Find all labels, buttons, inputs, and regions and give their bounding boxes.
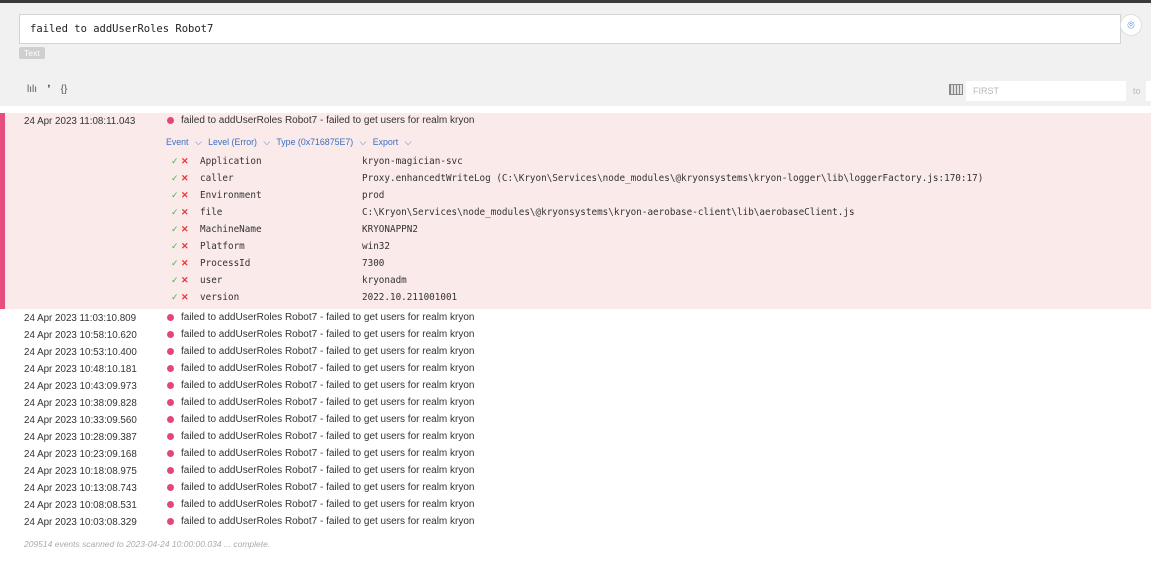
error-level-dot bbox=[167, 399, 174, 406]
field-key: MachineName bbox=[200, 224, 262, 235]
json-view-icon[interactable]: {} bbox=[57, 83, 71, 97]
exclude-x-icon[interactable]: ✕ bbox=[181, 258, 189, 269]
event-timestamp: 24 Apr 2023 10:38:09.828 bbox=[24, 398, 137, 409]
event-actions: Event ⌵ Level (Error) ⌵ Type (0x716875E7… bbox=[166, 137, 415, 148]
error-level-dot bbox=[167, 416, 174, 423]
event-timestamp: 24 Apr 2023 10:28:09.387 bbox=[24, 432, 137, 443]
exclude-x-icon[interactable]: ✕ bbox=[181, 224, 189, 235]
include-check-icon[interactable]: ✓ bbox=[171, 173, 179, 184]
event-timestamp: 24 Apr 2023 10:58:10.620 bbox=[24, 330, 137, 341]
event-timestamp: 24 Apr 2023 10:23:09.168 bbox=[24, 449, 137, 460]
first-date-input[interactable]: FIRST bbox=[966, 81, 1126, 101]
event-timestamp: 24 Apr 2023 11:03:10.809 bbox=[24, 313, 137, 324]
field-value: 7300 bbox=[362, 258, 385, 269]
exclude-x-icon[interactable]: ✕ bbox=[181, 275, 189, 286]
error-level-dot bbox=[167, 467, 174, 474]
error-level-dot bbox=[167, 331, 174, 338]
event-message[interactable]: failed to addUserRoles Robot7 - failed t… bbox=[181, 312, 474, 323]
to-label: to bbox=[1133, 86, 1141, 96]
event-message[interactable]: failed to addUserRoles Robot7 - failed t… bbox=[181, 448, 474, 459]
field-key: Environment bbox=[200, 190, 262, 201]
include-check-icon[interactable]: ✓ bbox=[171, 241, 179, 252]
field-value: Proxy.enhancedtWriteLog (C:\Kryon\Servic… bbox=[362, 173, 984, 184]
error-level-dot bbox=[167, 314, 174, 321]
field-value: KRYONAPPN2 bbox=[362, 224, 418, 235]
error-level-dot bbox=[167, 450, 174, 457]
search-area: failed to addUserRoles Robot7 ⌾ Text lıl… bbox=[0, 3, 1151, 106]
search-mode-tag[interactable]: Text bbox=[19, 47, 45, 59]
event-timestamp: 24 Apr 2023 10:43:09.973 bbox=[24, 381, 137, 392]
field-key: user bbox=[200, 275, 223, 286]
event-action-event[interactable]: Event ⌵ bbox=[166, 137, 202, 147]
exclude-x-icon[interactable]: ✕ bbox=[181, 292, 189, 303]
field-key: ProcessId bbox=[200, 258, 251, 269]
to-date-input[interactable] bbox=[1146, 81, 1151, 101]
chart-view-icon[interactable]: lılı bbox=[25, 83, 39, 97]
field-key: version bbox=[200, 292, 240, 303]
include-check-icon[interactable]: ✓ bbox=[171, 292, 179, 303]
event-message[interactable]: failed to addUserRoles Robot7 - failed t… bbox=[181, 414, 474, 425]
error-level-dot bbox=[167, 382, 174, 389]
exclude-x-icon[interactable]: ✕ bbox=[181, 241, 189, 252]
event-timestamp: 24 Apr 2023 10:33:09.560 bbox=[24, 415, 137, 426]
event-message[interactable]: failed to addUserRoles Robot7 - failed t… bbox=[181, 499, 474, 510]
event-timestamp: 24 Apr 2023 10:03:08.329 bbox=[24, 517, 137, 528]
event-timestamp: 24 Apr 2023 10:53:10.400 bbox=[24, 347, 137, 358]
field-value: kryon-magician-svc bbox=[362, 156, 463, 167]
search-input[interactable]: failed to addUserRoles Robot7 bbox=[19, 14, 1121, 44]
event-timestamp: 24 Apr 2023 10:18:08.975 bbox=[24, 466, 137, 477]
event-message[interactable]: failed to addUserRoles Robot7 - failed t… bbox=[181, 465, 474, 476]
event-message[interactable]: failed to addUserRoles Robot7 - failed t… bbox=[181, 363, 474, 374]
event-message[interactable]: failed to addUserRoles Robot7 - failed t… bbox=[181, 380, 474, 391]
error-level-dot bbox=[167, 365, 174, 372]
field-value: 2022.10.211001001 bbox=[362, 292, 458, 303]
field-value: C:\Kryon\Services\node_modules\@kryonsys… bbox=[362, 207, 855, 218]
event-message[interactable]: failed to addUserRoles Robot7 - failed t… bbox=[181, 431, 474, 442]
include-check-icon[interactable]: ✓ bbox=[171, 190, 179, 201]
event-message[interactable]: failed to addUserRoles Robot7 - failed t… bbox=[181, 346, 474, 357]
event-message[interactable]: failed to addUserRoles Robot7 - failed t… bbox=[181, 482, 474, 493]
field-key: file bbox=[200, 207, 223, 218]
field-value: prod bbox=[362, 190, 385, 201]
error-level-dot bbox=[167, 433, 174, 440]
event-timestamp: 24 Apr 2023 11:08:11.043 bbox=[24, 116, 136, 127]
scan-status: 209514 events scanned to 2023-04-24 10:0… bbox=[24, 539, 271, 549]
event-action-type[interactable]: Type (0x716875E7) ⌵ bbox=[276, 137, 366, 147]
exclude-x-icon[interactable]: ✕ bbox=[181, 190, 189, 201]
exclude-x-icon[interactable]: ✕ bbox=[181, 173, 189, 184]
error-level-dot bbox=[167, 484, 174, 491]
exclude-x-icon[interactable]: ✕ bbox=[181, 156, 189, 167]
include-check-icon[interactable]: ✓ bbox=[171, 207, 179, 218]
field-key: Platform bbox=[200, 241, 245, 252]
event-message[interactable]: failed to addUserRoles Robot7 - failed t… bbox=[181, 397, 474, 408]
error-level-dot bbox=[167, 518, 174, 525]
field-key: Application bbox=[200, 156, 262, 167]
event-timestamp: 24 Apr 2023 10:08:08.531 bbox=[24, 500, 137, 511]
event-timestamp: 24 Apr 2023 10:48:10.181 bbox=[24, 364, 137, 375]
include-check-icon[interactable]: ✓ bbox=[171, 258, 179, 269]
field-value: win32 bbox=[362, 241, 390, 252]
screenshot-scan-icon[interactable]: ⌾ bbox=[1120, 14, 1142, 36]
include-check-icon[interactable]: ✓ bbox=[171, 224, 179, 235]
event-message[interactable]: failed to addUserRoles Robot7 - failed t… bbox=[181, 516, 474, 527]
quote-view-icon[interactable]: ❜ bbox=[42, 83, 56, 97]
field-key: caller bbox=[200, 173, 234, 184]
field-value: kryonadm bbox=[362, 275, 407, 286]
error-level-dot bbox=[167, 348, 174, 355]
calendar-icon[interactable] bbox=[949, 84, 963, 95]
event-action-level[interactable]: Level (Error) ⌵ bbox=[208, 137, 270, 147]
event-action-export[interactable]: Export ⌵ bbox=[373, 137, 412, 147]
error-level-dot bbox=[167, 117, 174, 124]
error-level-dot bbox=[167, 501, 174, 508]
exclude-x-icon[interactable]: ✕ bbox=[181, 207, 189, 218]
include-check-icon[interactable]: ✓ bbox=[171, 275, 179, 286]
event-message[interactable]: failed to addUserRoles Robot7 - failed t… bbox=[181, 115, 474, 126]
event-message[interactable]: failed to addUserRoles Robot7 - failed t… bbox=[181, 329, 474, 340]
event-timestamp: 24 Apr 2023 10:13:08.743 bbox=[24, 483, 137, 494]
include-check-icon[interactable]: ✓ bbox=[171, 156, 179, 167]
